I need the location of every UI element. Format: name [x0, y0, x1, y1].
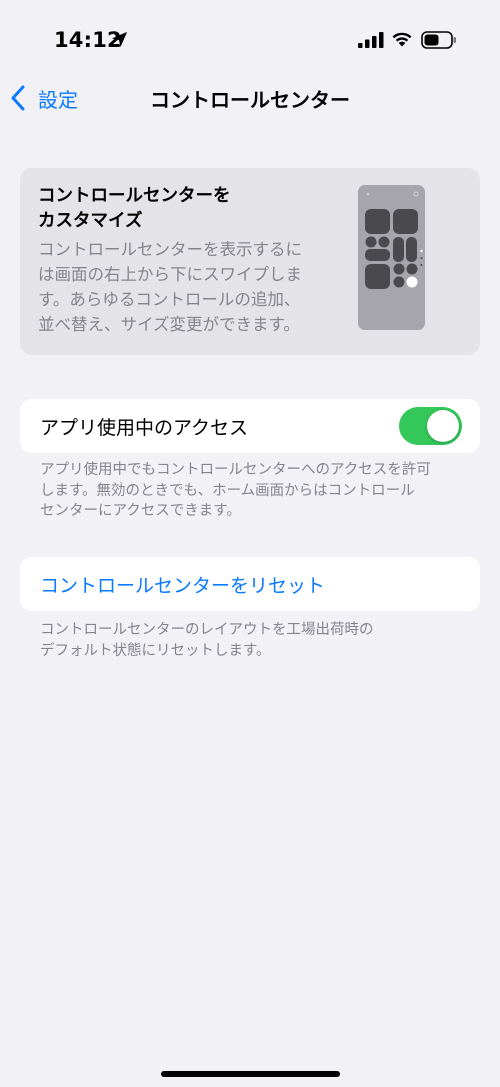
access-within-apps-label: アプリ使用中のアクセス [40, 417, 249, 439]
home-indicator[interactable] [161, 1071, 340, 1077]
page-title: コントロールセンター [150, 88, 350, 112]
access-within-apps-toggle[interactable] [399, 407, 462, 445]
access-within-apps-row: アプリ使用中のアクセス [20, 399, 480, 453]
footnote-line: コントロールセンターのレイアウトを工場出荷時の [40, 622, 374, 638]
reset-control-center-label: コントロールセンターをリセット [40, 575, 326, 597]
info-desc-line: す。あらゆるコントロールの追加、 [38, 290, 301, 309]
info-card-title: コントロールセンターを カスタマイズ [38, 184, 338, 234]
info-title-line: コントロールセンターを [38, 186, 231, 206]
info-desc-line: 並べ替え、サイズ変更ができます。 [38, 315, 300, 334]
footnote-line: センターにアクセスできます。 [40, 503, 241, 519]
info-desc-line: は画面の右上から下にスワイプしま [38, 265, 302, 284]
battery-icon [421, 31, 456, 49]
cellular-signal-icon [358, 32, 384, 48]
info-title-line: カスタマイズ [38, 211, 143, 231]
customize-info-card: コントロールセンターを カスタマイズ コントロールセンターを表示するに は画面の… [20, 168, 480, 355]
control-center-settings-screen: 14:12 設定 コントロールセンター コントロールセンターを カスタマイズ コ… [0, 0, 500, 1087]
footnote-line: デフォルト状態にリセットします。 [40, 642, 271, 659]
footnote-line: します。無効のときでも、ホーム画面からはコントロール [40, 482, 415, 499]
reset-control-center-button[interactable]: コントロールセンターをリセット [20, 557, 480, 611]
toggle-knob [427, 410, 459, 442]
status-bar: 14:12 [0, 0, 500, 80]
footnote-line: アプリ使用中でもコントロールセンターへのアクセスを許可 [40, 462, 431, 478]
control-center-illustration [358, 185, 425, 330]
info-card-description: コントロールセンターを表示するに は画面の右上から下にスワイプしま す。あらゆる… [38, 237, 338, 337]
location-arrow-icon [111, 31, 128, 48]
info-desc-line: コントロールセンターを表示するに [38, 240, 302, 259]
wifi-icon [392, 32, 412, 47]
control-center-illustration-icon [365, 191, 423, 289]
access-within-apps-footnote: アプリ使用中でもコントロールセンターへのアクセスを許可 します。無効のときでも、… [40, 460, 460, 522]
reset-footnote: コントロールセンターのレイアウトを工場出荷時の デフォルト状態にリセットします。 [40, 620, 460, 661]
